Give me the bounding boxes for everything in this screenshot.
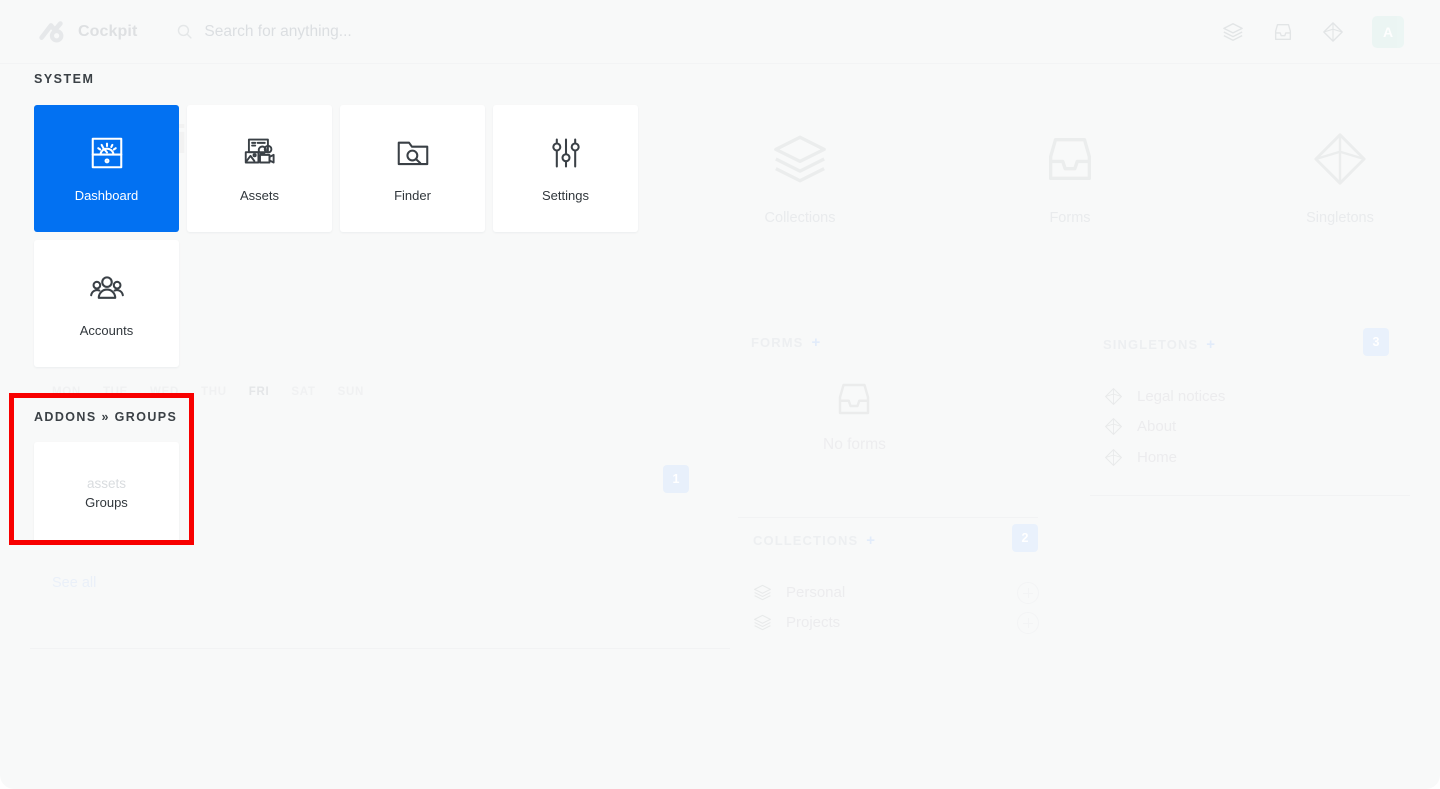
collections-icon bbox=[754, 584, 771, 601]
folder-search-icon bbox=[397, 141, 428, 166]
add-collection-button[interactable]: + bbox=[866, 532, 876, 549]
card-label: Assets bbox=[239, 188, 279, 203]
top-header: Cockpit Search for anything... A bbox=[0, 0, 1440, 64]
addon-label: Groups bbox=[85, 494, 128, 510]
divider bbox=[30, 648, 730, 649]
section-title: FORMS bbox=[751, 335, 804, 350]
app-window: Cockpit Search for anything... A Collect… bbox=[0, 0, 1440, 789]
singletons-icon bbox=[1314, 133, 1366, 185]
cockpit-logo-icon bbox=[39, 20, 64, 43]
item-label: Projects bbox=[786, 614, 841, 631]
divider bbox=[1090, 495, 1410, 496]
card-label: Accounts bbox=[79, 323, 134, 338]
shortcut-label: Forms bbox=[1049, 210, 1091, 226]
system-card-assets[interactable]: Assets bbox=[187, 105, 332, 232]
system-card-finder[interactable]: Finder bbox=[340, 105, 485, 232]
add-singleton-button[interactable]: + bbox=[1206, 336, 1216, 353]
brand[interactable]: Cockpit bbox=[36, 17, 137, 47]
system-panel: SYSTEM Dashboard Assets Finder Settings … bbox=[0, 72, 720, 367]
shortcut-label: Collections bbox=[764, 210, 836, 226]
users-group-icon bbox=[89, 276, 124, 299]
shortcut-tiles: Collections Forms Singletons bbox=[665, 130, 1440, 226]
forms-badge: 1 bbox=[663, 465, 689, 493]
weekday-sun[interactable]: SUN bbox=[338, 386, 364, 398]
forms-icon bbox=[839, 383, 870, 415]
avatar[interactable]: A bbox=[1372, 15, 1404, 48]
weekday-thu[interactable]: THU bbox=[201, 386, 227, 398]
addon-card-groups[interactable]: assets Groups bbox=[34, 442, 179, 543]
card-label: Settings bbox=[542, 188, 589, 203]
system-card-grid: Dashboard Assets Finder Settings Account… bbox=[34, 105, 654, 367]
sliders-icon bbox=[551, 138, 580, 168]
forms-icon[interactable] bbox=[1272, 21, 1294, 43]
item-label: About bbox=[1137, 418, 1177, 435]
system-card-accounts[interactable]: Accounts bbox=[34, 240, 179, 367]
search-field[interactable]: Search for anything... bbox=[176, 23, 1222, 41]
divider bbox=[738, 517, 1038, 518]
weekday-fri[interactable]: FRI bbox=[249, 386, 270, 398]
section-title: COLLECTIONS bbox=[753, 533, 859, 548]
addons-groups-panel: ADDONS » GROUPS assets Groups bbox=[9, 393, 194, 545]
gauge-icon bbox=[91, 137, 122, 169]
card-label: Finder bbox=[394, 188, 431, 203]
shortcut-tile-singletons[interactable]: Singletons bbox=[1205, 130, 1440, 226]
singletons-icon bbox=[1105, 388, 1122, 405]
app-name: Cockpit bbox=[78, 22, 138, 40]
singletons-icon bbox=[1105, 449, 1122, 466]
system-card-settings[interactable]: Settings bbox=[493, 105, 638, 232]
empty-text: No forms bbox=[823, 436, 886, 453]
item-label: Personal bbox=[786, 584, 846, 601]
section-heading-collections: COLLECTIONS + bbox=[753, 532, 876, 549]
collections-badge: 2 bbox=[1012, 524, 1038, 552]
shortcut-tile-forms[interactable]: Forms bbox=[935, 130, 1205, 226]
assets-media-icon bbox=[244, 138, 275, 164]
addon-namespace: assets bbox=[86, 475, 127, 491]
singleton-item-about[interactable]: About bbox=[1104, 417, 1176, 436]
item-label: Legal notices bbox=[1137, 388, 1226, 405]
search-placeholder: Search for anything... bbox=[204, 22, 352, 40]
singletons-icon bbox=[1105, 418, 1122, 435]
card-label: Dashboard bbox=[74, 188, 139, 203]
shortcut-label: Singletons bbox=[1306, 210, 1374, 226]
section-heading-singletons: SINGLETONS + bbox=[1103, 336, 1216, 353]
add-form-button[interactable]: + bbox=[811, 334, 821, 351]
collections-icon bbox=[754, 614, 771, 631]
system-card-dashboard[interactable]: Dashboard bbox=[34, 105, 179, 232]
see-all-link[interactable]: See all bbox=[52, 575, 96, 591]
singleton-item-legal-notices[interactable]: Legal notices bbox=[1104, 387, 1225, 406]
header-actions: A bbox=[1222, 15, 1404, 48]
add-entry-icon[interactable] bbox=[1017, 582, 1039, 604]
weekday-sat[interactable]: SAT bbox=[291, 386, 315, 398]
collections-icon[interactable] bbox=[1222, 21, 1244, 43]
forms-empty-state: No forms bbox=[823, 378, 886, 454]
add-entry-icon[interactable] bbox=[1017, 612, 1039, 634]
section-heading-forms: FORMS + bbox=[751, 334, 821, 351]
collections-icon bbox=[774, 135, 826, 183]
item-label: Home bbox=[1137, 449, 1178, 466]
collection-item-projects[interactable]: Projects bbox=[753, 613, 840, 632]
system-panel-title: SYSTEM bbox=[34, 72, 95, 86]
section-title: SINGLETONS bbox=[1103, 337, 1199, 352]
singletons-icon[interactable] bbox=[1322, 21, 1344, 43]
collection-item-personal[interactable]: Personal bbox=[753, 583, 845, 602]
singletons-badge: 3 bbox=[1363, 328, 1389, 356]
singleton-item-home[interactable]: Home bbox=[1104, 448, 1177, 467]
addons-panel-title: ADDONS » GROUPS bbox=[34, 410, 178, 424]
search-icon bbox=[178, 24, 192, 39]
forms-icon bbox=[1048, 137, 1092, 181]
